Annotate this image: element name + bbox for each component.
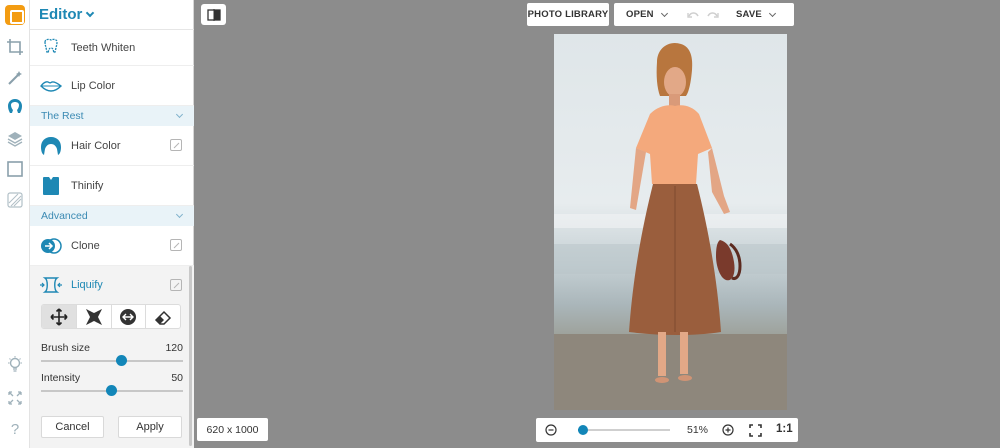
- zoom-slider-track[interactable]: [578, 429, 670, 431]
- open-label: OPEN: [626, 9, 654, 20]
- hair-icon: [39, 134, 63, 158]
- lightbulb-icon[interactable]: [6, 355, 24, 373]
- tool-label: Liquify: [71, 279, 103, 291]
- mode-bloat-button[interactable]: [112, 305, 147, 328]
- zoom-bar: 51% 1:1: [536, 418, 798, 442]
- editor-panel: Editor Teeth Whiten Lip Color The Rest H…: [30, 0, 194, 448]
- brush-size-track[interactable]: [41, 360, 183, 362]
- mode-shrink-button[interactable]: [77, 305, 112, 328]
- eraser-icon: [155, 310, 172, 325]
- brush-size-slider: Brush size 120: [41, 342, 183, 370]
- move-icon: [50, 307, 68, 326]
- app-logo-icon[interactable]: [5, 5, 25, 25]
- tool-label: Hair Color: [71, 139, 121, 152]
- tool-label: Clone: [71, 239, 100, 252]
- photo-library-button[interactable]: PHOTO LIBRARY: [527, 3, 609, 26]
- image-dimensions-badge: 620 x 1000: [197, 418, 268, 441]
- undo-button[interactable]: [687, 9, 699, 23]
- chevron-down-icon: [175, 210, 184, 219]
- section-the-rest[interactable]: The Rest: [30, 106, 194, 126]
- panel-header[interactable]: Editor: [30, 0, 194, 30]
- frame-icon[interactable]: [6, 160, 24, 178]
- save-button[interactable]: SAVE: [736, 3, 777, 26]
- zoom-slider-thumb[interactable]: [578, 425, 588, 435]
- face-icon[interactable]: [6, 98, 24, 116]
- cancel-button[interactable]: Cancel: [41, 416, 104, 438]
- tool-clone[interactable]: Clone: [30, 226, 194, 266]
- liquify-mode-group: [41, 304, 181, 329]
- panel-scrollbar[interactable]: [189, 266, 192, 446]
- section-label: Advanced: [41, 210, 88, 222]
- icon-rail: ?: [0, 0, 30, 448]
- reset-icon[interactable]: [170, 279, 182, 291]
- fullscreen-icon[interactable]: [6, 389, 24, 407]
- brush-size-label: Brush size: [41, 342, 91, 354]
- actual-size-button[interactable]: 1:1: [776, 423, 793, 435]
- brush-size-value: 120: [165, 342, 183, 354]
- intensity-label: Intensity: [41, 372, 81, 384]
- magic-wand-icon[interactable]: [6, 69, 24, 87]
- chevron-down-icon: [768, 9, 777, 17]
- tool-label: Teeth Whiten: [71, 41, 136, 54]
- chevron-down-icon: [86, 8, 95, 18]
- tool-lip-color[interactable]: Lip Color: [30, 66, 194, 106]
- brush-size-thumb[interactable]: [116, 355, 127, 366]
- clone-icon: [39, 234, 63, 258]
- tooth-icon: [39, 36, 63, 60]
- section-advanced[interactable]: Advanced: [30, 206, 194, 226]
- reset-icon[interactable]: [170, 239, 182, 251]
- layers-icon[interactable]: [6, 130, 24, 148]
- tool-hair-color[interactable]: Hair Color: [30, 126, 194, 166]
- zoom-out-icon[interactable]: [544, 423, 558, 437]
- reset-icon[interactable]: [170, 139, 182, 151]
- photo-canvas[interactable]: [554, 34, 787, 410]
- zoom-percent: 51%: [687, 424, 709, 436]
- mode-restore-button[interactable]: [146, 305, 180, 328]
- panel-title: Editor: [39, 6, 83, 23]
- tool-teeth-whiten[interactable]: Teeth Whiten: [30, 30, 194, 66]
- photo-image: [554, 34, 787, 410]
- undo-icon: [687, 12, 699, 18]
- texture-icon[interactable]: [6, 191, 24, 209]
- shrink-icon: [85, 308, 102, 325]
- save-label: SAVE: [736, 9, 762, 20]
- intensity-value: 50: [171, 372, 183, 384]
- tool-thinify[interactable]: Thinify: [30, 166, 194, 206]
- file-toolbar: OPEN SAVE: [614, 3, 794, 26]
- help-icon[interactable]: ?: [6, 420, 24, 438]
- thinify-icon: [39, 174, 63, 198]
- lips-icon: [39, 74, 63, 98]
- open-button[interactable]: OPEN: [626, 3, 668, 26]
- liquify-icon: [39, 273, 63, 297]
- chevron-down-icon: [660, 9, 668, 17]
- tool-label: Thinify: [71, 179, 104, 192]
- intensity-slider: Intensity 50: [41, 372, 183, 400]
- intensity-thumb[interactable]: [106, 385, 117, 396]
- mode-move-button[interactable]: [42, 305, 77, 328]
- section-label: The Rest: [41, 110, 84, 122]
- redo-button[interactable]: [707, 9, 719, 23]
- compare-icon: [206, 8, 221, 21]
- fit-screen-icon[interactable]: [748, 423, 762, 437]
- compare-button[interactable]: [201, 4, 226, 25]
- tool-label: Lip Color: [71, 79, 116, 92]
- crop-icon[interactable]: [6, 38, 24, 56]
- redo-icon: [707, 12, 719, 18]
- zoom-in-icon[interactable]: [721, 423, 735, 437]
- bloat-icon: [120, 308, 137, 325]
- chevron-down-icon: [175, 110, 184, 119]
- tool-liquify[interactable]: Liquify: [30, 266, 194, 304]
- photo-library-label: PHOTO LIBRARY: [527, 9, 609, 20]
- apply-button[interactable]: Apply: [118, 416, 182, 438]
